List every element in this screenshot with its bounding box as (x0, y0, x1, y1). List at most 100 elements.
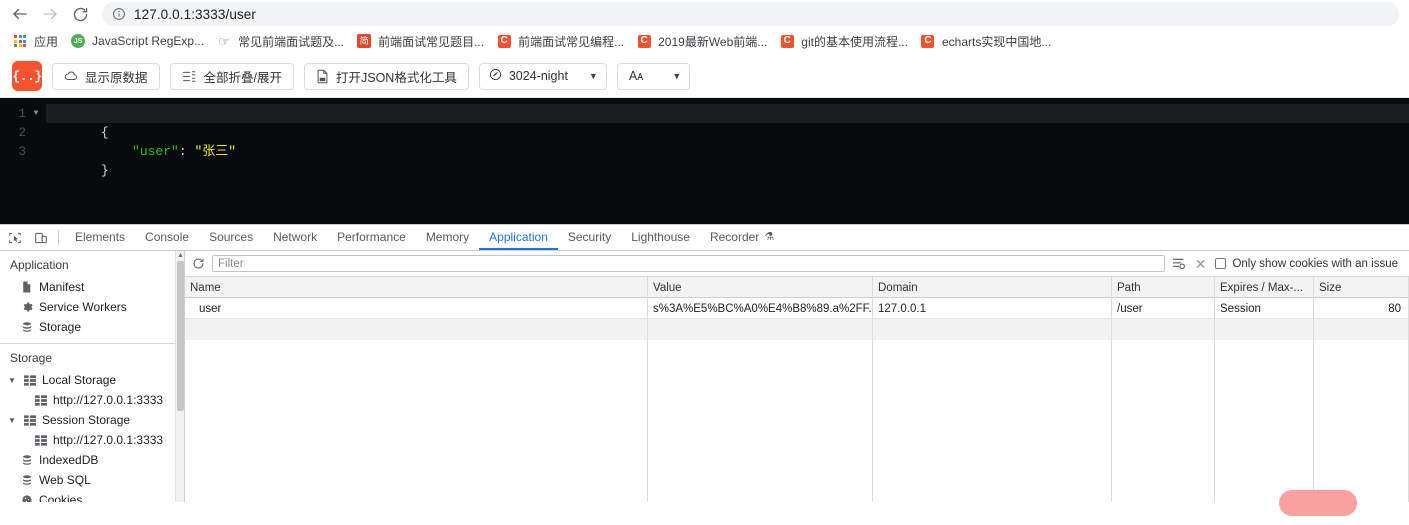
device-toolbar-button[interactable] (28, 225, 54, 250)
only-issues-checkbox[interactable] (1215, 258, 1227, 270)
tab-label: Network (273, 229, 318, 244)
forward-button[interactable] (36, 1, 64, 27)
cookies-table[interactable]: Name Value Domain Path Expires / Max-...… (185, 277, 1409, 502)
bookmark-csdn-web2019[interactable]: C 2019最新Web前端... (632, 31, 775, 52)
twisty-down-icon[interactable]: ▼ (8, 376, 17, 385)
tab-console[interactable]: Console (135, 225, 199, 250)
filter-input[interactable]: Filter (212, 255, 1165, 273)
sidebar-item-label: Manifest (39, 280, 85, 295)
devtools-panel: Elements Console Sources Network Perform… (0, 224, 1409, 516)
tab-application[interactable]: Application (479, 225, 558, 251)
only-issues-checkbox-wrap[interactable]: Only show cookies with an issue (1215, 258, 1402, 270)
sidebar-item-service-workers[interactable]: Service Workers (0, 297, 184, 317)
bookmark-apps[interactable]: 应用 (8, 31, 66, 52)
reload-button[interactable] (66, 1, 94, 27)
inspect-element-button[interactable] (2, 225, 28, 250)
code-line[interactable]: } (46, 142, 1409, 178)
url-text: 127.0.0.1:3333/user (134, 6, 256, 22)
sidebar-item-label: Storage (39, 320, 82, 335)
twisty-down-icon[interactable]: ▼ (8, 416, 17, 425)
bookmark-frontend-questions[interactable]: ☞ 常见前端面试题及... (212, 31, 352, 52)
gutter-line[interactable]: 1 ▼ (0, 104, 46, 123)
fold-triangle-icon[interactable]: ▼ (32, 109, 40, 118)
gutter-line[interactable]: 2 (0, 123, 46, 142)
column-header-value[interactable]: Value (648, 277, 873, 299)
json-editor[interactable]: 1 ▼ 2 3 { "user": "张三" } (0, 98, 1409, 224)
tab-label: Performance (337, 229, 406, 244)
refresh-button[interactable] (192, 257, 205, 270)
sidebar-item-cookies[interactable]: Cookies (0, 490, 184, 502)
back-button[interactable] (6, 1, 34, 27)
bookmark-csdn-echarts[interactable]: C echarts实现中国地... (916, 31, 1059, 52)
open-json-format-tool-button[interactable]: 打开JSON格式化工具 (304, 62, 469, 90)
clear-filter-button[interactable] (1172, 257, 1186, 270)
column-header-domain[interactable]: Domain (873, 277, 1112, 299)
scrollbar-thumb[interactable] (177, 261, 184, 412)
device-toolbar-icon (35, 232, 47, 243)
table-row[interactable]: user s%3A%E5%BC%A0%E4%B8%89.a%2FF... 127… (185, 298, 1409, 320)
chevron-down-icon: ▼ (672, 71, 682, 81)
tab-elements[interactable]: Elements (65, 225, 135, 250)
document-icon (20, 281, 33, 293)
sidebar-scrollbar[interactable]: ▲ (175, 251, 184, 502)
show-raw-data-button[interactable]: 显示原数据 (52, 62, 160, 90)
cookie-icon (20, 494, 33, 502)
tab-label: Elements (75, 229, 126, 244)
sidebar-item-manifest[interactable]: Manifest (0, 277, 184, 297)
tab-memory[interactable]: Memory (416, 225, 479, 250)
tab-lighthouse[interactable]: Lighthouse (621, 225, 700, 250)
refresh-icon (193, 258, 204, 269)
column-header-path[interactable]: Path (1112, 277, 1215, 299)
sidebar-item-web-sql[interactable]: Web SQL (0, 470, 184, 490)
csdn-favicon: C (779, 33, 795, 49)
tab-security[interactable]: Security (558, 225, 621, 250)
apps-grid-icon (12, 33, 28, 49)
code-token: : (178, 144, 195, 159)
table-empty-area (185, 340, 1409, 502)
gutter-line[interactable]: 3 (0, 142, 46, 161)
sidebar-item-session-storage-origin[interactable]: http://127.0.0.1:3333 (0, 430, 184, 450)
info-circle-icon[interactable] (112, 7, 126, 21)
scroll-up-arrow-icon[interactable]: ▲ (176, 252, 184, 259)
sidebar-item-local-storage[interactable]: ▼ Local Storage (0, 370, 184, 390)
database-icon (20, 454, 33, 466)
cookies-toolbar: Filter ✕ Only show cookies with an issue (185, 251, 1409, 278)
bookmark-label: echarts实现中国地... (941, 34, 1052, 49)
database-icon (20, 474, 33, 486)
clear-all-cookies-button[interactable]: ✕ (1193, 257, 1209, 271)
notification-badge[interactable] (1279, 490, 1357, 516)
sidebar-item-indexeddb[interactable]: IndexedDB (0, 450, 184, 470)
table-empty-row (185, 319, 1409, 341)
sidebar-section-application: Application (10, 258, 69, 273)
sidebar-item-storage[interactable]: Storage (0, 317, 184, 337)
tab-recorder[interactable]: Recorder ⚗ (700, 225, 784, 250)
theme-select[interactable]: 3024-night ▼ (478, 62, 607, 90)
collapse-expand-all-label: 全部折叠/展开 (203, 70, 282, 85)
font-size-select[interactable]: Aᴀ ▼ (616, 62, 691, 90)
bookmark-csdn-programming[interactable]: C 前端面试常见编程... (492, 31, 632, 52)
tab-performance[interactable]: Performance (327, 225, 416, 250)
csdn-favicon: C (636, 33, 652, 49)
column-header-size[interactable]: Size (1314, 277, 1409, 299)
sidebar-item-label: Session Storage (42, 413, 131, 428)
code-line[interactable]: { (46, 104, 1409, 140)
browser-chrome: 127.0.0.1:3333/user 应用 JS JavaScript Reg… (0, 0, 1409, 55)
column-header-name[interactable]: Name (185, 277, 648, 299)
sidebar-item-session-storage[interactable]: ▼ Session Storage (0, 410, 184, 430)
address-bar[interactable]: 127.0.0.1:3333/user (102, 2, 1399, 26)
bookmark-javascript-regexp[interactable]: JS JavaScript RegExp... (66, 31, 212, 51)
tab-sources[interactable]: Sources (199, 225, 263, 250)
bookmark-jianshu-topics[interactable]: 简 前端面试常见题目... (352, 31, 492, 52)
sidebar-item-local-storage-origin[interactable]: http://127.0.0.1:3333 (0, 390, 184, 410)
column-header-expires[interactable]: Expires / Max-... (1215, 277, 1314, 299)
line-number: 1 (18, 106, 26, 121)
table-icon (23, 415, 36, 426)
tab-network[interactable]: Network (263, 225, 327, 250)
code-line[interactable]: "user": "张三" (46, 123, 1409, 159)
only-issues-label: Only show cookies with an issue (1232, 257, 1398, 270)
code-token: } (100, 163, 109, 178)
json-code-lines[interactable]: { "user": "张三" } (46, 98, 1409, 224)
theme-select-value: 3024-night (508, 69, 568, 83)
bookmark-csdn-git[interactable]: C git的基本使用流程... (775, 31, 916, 52)
collapse-expand-all-button[interactable]: 全部折叠/展开 (169, 62, 294, 90)
